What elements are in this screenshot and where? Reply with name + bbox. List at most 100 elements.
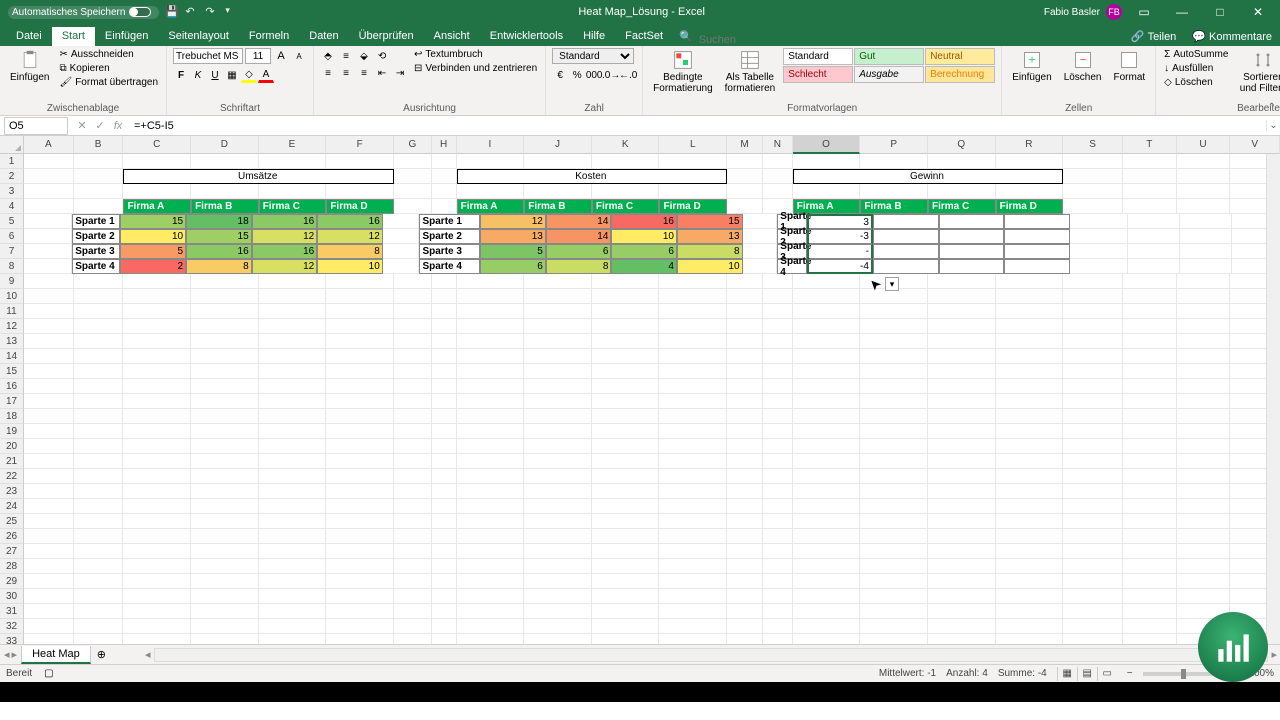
cell[interactable] [394, 319, 432, 334]
cell[interactable] [191, 409, 259, 424]
clear-button[interactable]: ◇Löschen [1162, 76, 1230, 89]
row-header-11[interactable]: 11 [0, 304, 24, 319]
cell[interactable] [524, 319, 592, 334]
cell[interactable] [326, 634, 394, 644]
minimize-icon[interactable]: — [1166, 2, 1198, 22]
cell[interactable] [524, 409, 592, 424]
cell[interactable] [727, 424, 763, 439]
cell[interactable] [928, 184, 996, 199]
cell[interactable] [24, 154, 74, 169]
cell[interactable] [123, 484, 191, 499]
cell[interactable] [524, 574, 592, 589]
cell[interactable] [74, 574, 124, 589]
col-header-R[interactable]: R [996, 136, 1064, 154]
cell[interactable] [394, 514, 432, 529]
number-format-select[interactable]: Standard [552, 48, 634, 64]
cell[interactable] [432, 529, 457, 544]
cell[interactable] [394, 499, 432, 514]
cell[interactable] [326, 559, 394, 574]
cell[interactable] [939, 259, 1005, 274]
delete-cells-button[interactable]: −Löschen [1060, 48, 1106, 85]
cell[interactable] [592, 154, 660, 169]
cell[interactable] [1177, 499, 1231, 514]
cell[interactable]: 5 [120, 244, 186, 259]
cell[interactable] [793, 184, 861, 199]
cell[interactable] [860, 379, 928, 394]
cell[interactable] [457, 604, 525, 619]
cell[interactable] [860, 469, 928, 484]
cell[interactable] [394, 469, 432, 484]
cell[interactable]: 16 [186, 244, 252, 259]
col-header-N[interactable]: N [763, 136, 793, 154]
cell[interactable] [259, 514, 327, 529]
align-right-icon[interactable]: ≡ [356, 65, 372, 81]
ribbon-tab-factset[interactable]: FactSet [615, 27, 673, 46]
cell[interactable] [74, 484, 124, 499]
cell[interactable] [727, 364, 763, 379]
cell[interactable] [763, 499, 793, 514]
cell[interactable] [1063, 334, 1123, 349]
cell[interactable] [1063, 499, 1123, 514]
cell[interactable] [996, 349, 1064, 364]
cell[interactable] [1123, 439, 1177, 454]
cell[interactable] [1063, 274, 1123, 289]
cell[interactable] [1063, 559, 1123, 574]
cell[interactable] [326, 529, 394, 544]
col-header-D[interactable]: D [191, 136, 259, 154]
cell[interactable] [727, 544, 763, 559]
cell[interactable] [659, 274, 727, 289]
cell[interactable] [74, 559, 124, 574]
cell[interactable] [524, 619, 592, 634]
cell[interactable] [24, 634, 74, 644]
cell[interactable] [432, 484, 457, 499]
row-header-19[interactable]: 19 [0, 424, 24, 439]
cell[interactable] [259, 529, 327, 544]
cell[interactable] [457, 154, 525, 169]
cell[interactable] [394, 409, 432, 424]
cell[interactable] [763, 289, 793, 304]
cell[interactable] [1180, 259, 1232, 274]
cell[interactable] [191, 454, 259, 469]
cell[interactable] [394, 454, 432, 469]
cell[interactable] [659, 289, 727, 304]
cell[interactable] [24, 349, 74, 364]
cell[interactable] [996, 409, 1064, 424]
cell[interactable] [592, 454, 660, 469]
cell[interactable] [592, 574, 660, 589]
increase-decimal-icon[interactable]: .0→ [603, 67, 619, 83]
col-header-U[interactable]: U [1177, 136, 1231, 154]
cell[interactable] [592, 319, 660, 334]
format-cells-button[interactable]: Format [1110, 48, 1150, 85]
cell[interactable] [432, 469, 457, 484]
cell[interactable] [1063, 454, 1123, 469]
cell[interactable] [1177, 589, 1231, 604]
sheet-tab-active[interactable]: Heat Map [21, 646, 91, 664]
cell[interactable] [457, 469, 525, 484]
cell[interactable] [928, 439, 996, 454]
cell[interactable] [123, 499, 191, 514]
cell[interactable] [432, 574, 457, 589]
cell[interactable]: Sparte 4 [777, 259, 807, 274]
orientation-icon[interactable]: ⟲ [374, 48, 390, 64]
cell[interactable] [793, 619, 861, 634]
cell[interactable] [659, 499, 727, 514]
cell[interactable] [74, 454, 124, 469]
cell[interactable] [123, 154, 191, 169]
ribbon-tab-ansicht[interactable]: Ansicht [424, 27, 480, 46]
cell[interactable] [996, 394, 1064, 409]
cell[interactable]: 16 [611, 214, 677, 229]
cell[interactable] [394, 169, 432, 184]
cell[interactable] [996, 364, 1064, 379]
cell[interactable] [928, 589, 996, 604]
cell[interactable] [457, 544, 525, 559]
cell[interactable] [326, 574, 394, 589]
cell[interactable] [74, 394, 124, 409]
cell[interactable] [793, 379, 861, 394]
cell[interactable] [457, 274, 525, 289]
cell[interactable] [1123, 484, 1177, 499]
cell[interactable] [763, 604, 793, 619]
cell[interactable] [524, 379, 592, 394]
ribbon-tab-hilfe[interactable]: Hilfe [573, 27, 615, 46]
cell[interactable] [123, 454, 191, 469]
cell[interactable]: 18 [186, 214, 252, 229]
